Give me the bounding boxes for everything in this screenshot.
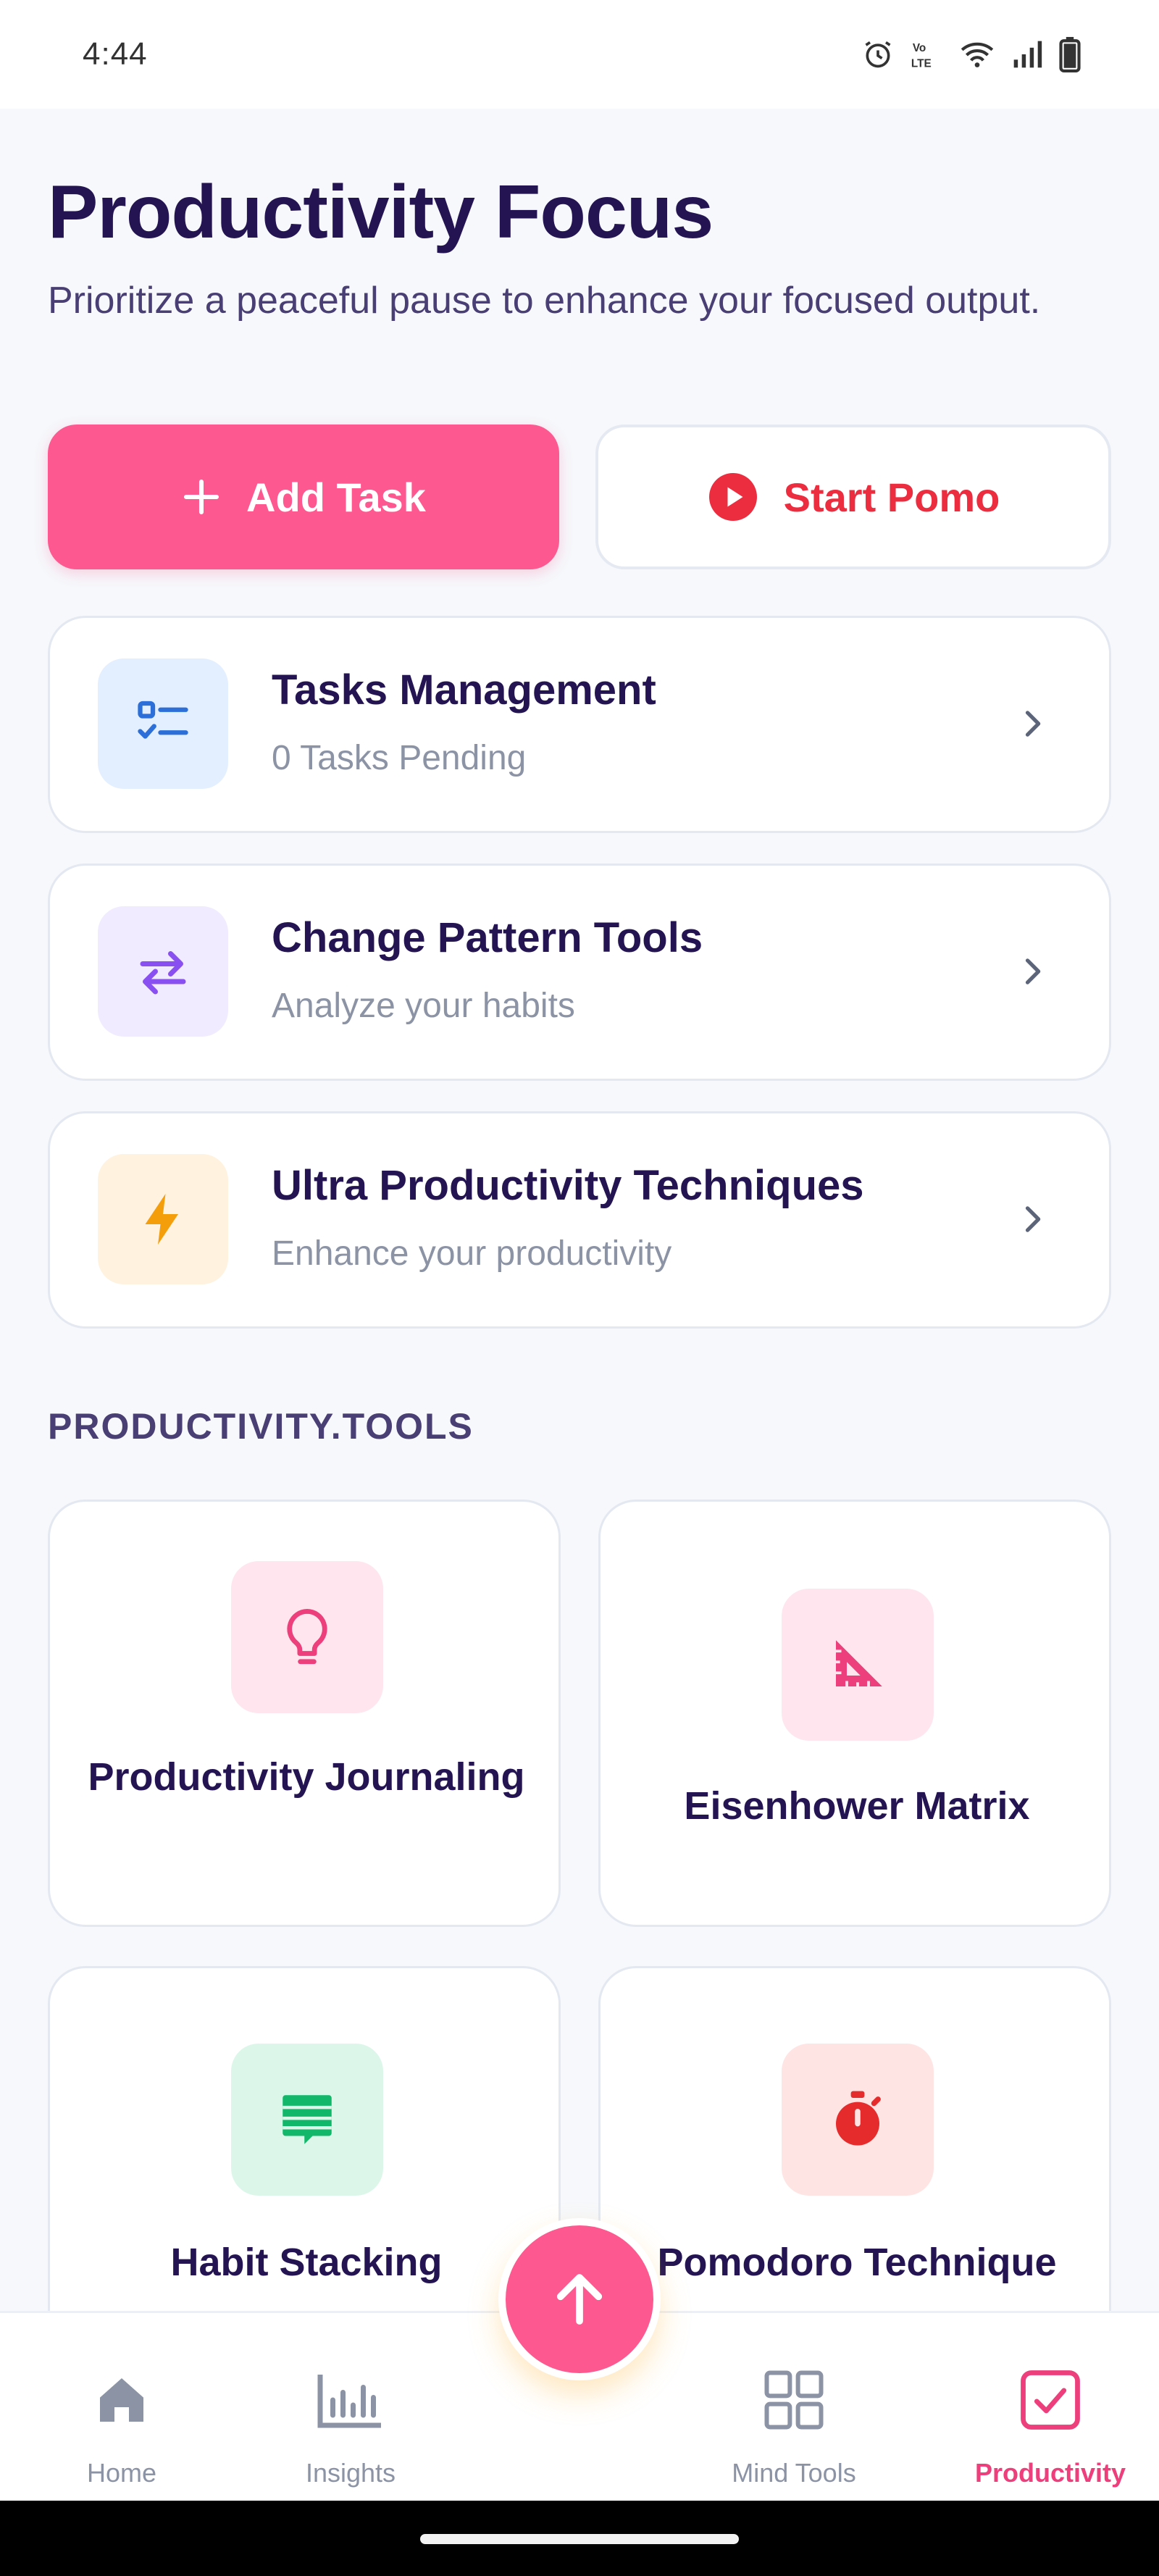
set-square-icon-box: [782, 1589, 934, 1741]
home-gesture-pill[interactable]: [420, 2534, 739, 2544]
card-title: Ultra Productivity Techniques: [272, 1162, 864, 1209]
tool-label: Pomodoro Technique: [657, 2241, 1057, 2284]
page-subtitle: Prioritize a peaceful pause to enhance y…: [48, 280, 1041, 322]
change-pattern-tools-card[interactable]: Change Pattern Tools Analyze your habits: [48, 863, 1111, 1081]
stack-message-icon: [283, 2095, 332, 2144]
add-task-label: Add Task: [246, 474, 426, 520]
add-task-button[interactable]: Add Task: [48, 425, 559, 569]
tab-insights[interactable]: Insights: [235, 2313, 466, 2503]
card-title: Change Pattern Tools: [272, 914, 703, 961]
status-bar: 4:44 Vo LTE: [0, 0, 1159, 109]
card-subtitle: Enhance your productivity: [272, 1234, 672, 1273]
grid-icon: [761, 2364, 827, 2436]
tool-label: Habit Stacking: [170, 2241, 443, 2284]
svg-text:LTE: LTE: [911, 57, 932, 70]
swap-icon-box: [98, 906, 228, 1037]
chevron-right-icon: [1025, 711, 1041, 737]
alarm-icon: [865, 41, 891, 68]
tool-card-eisenhower-matrix[interactable]: Eisenhower Matrix: [598, 1500, 1111, 1927]
tool-label: Eisenhower Matrix: [684, 1784, 1030, 1828]
tab-productivity[interactable]: Productivity: [934, 2313, 1159, 2503]
checklist-icon: [138, 701, 188, 739]
tab-mind-tools[interactable]: Mind Tools: [678, 2313, 910, 2503]
stopwatch-icon-box: [782, 2044, 934, 2196]
system-nav-bar: [0, 2501, 1159, 2576]
card-title: Tasks Management: [272, 666, 656, 714]
home-icon: [93, 2364, 151, 2436]
scroll-top-fab[interactable]: [498, 2218, 661, 2380]
tool-card-productivity-journaling[interactable]: Productivity Journaling: [48, 1500, 561, 1927]
stopwatch-icon: [836, 2091, 881, 2146]
card-subtitle: 0 Tasks Pending: [272, 739, 527, 777]
set-square-icon: [836, 1640, 882, 1686]
tab-label: Insights: [305, 2458, 396, 2488]
arrow-up-icon: [556, 2274, 603, 2325]
volte-icon: Vo LTE: [911, 42, 932, 70]
tab-label: Home: [86, 2458, 157, 2488]
bar-chart-icon: [314, 2364, 387, 2436]
wifi-icon: [961, 42, 994, 67]
battery-icon: [1059, 37, 1081, 72]
start-pomo-button[interactable]: Start Pomo: [595, 425, 1111, 569]
checklist-icon-box: [98, 658, 228, 789]
stack-message-icon-box: [231, 2044, 383, 2196]
chevron-right-icon: [1025, 958, 1041, 984]
tasks-management-card[interactable]: Tasks Management 0 Tasks Pending: [48, 616, 1111, 833]
status-icons: Vo LTE: [862, 36, 1081, 72]
start-pomo-label: Start Pomo: [783, 474, 1000, 520]
tab-label: Mind Tools: [732, 2458, 856, 2488]
checkbox-icon: [1018, 2364, 1083, 2436]
status-time: 4:44: [83, 36, 148, 72]
tool-label: Productivity Journaling: [88, 1755, 525, 1799]
play-circle-icon: [708, 473, 757, 521]
svg-text:Vo: Vo: [913, 42, 926, 54]
lightning-icon: [145, 1194, 178, 1245]
tab-label: Productivity: [974, 2458, 1126, 2488]
lightbulb-icon-box: [231, 1561, 383, 1713]
signal-icon: [1013, 41, 1042, 68]
section-label: PRODUCTIVITY.TOOLS: [48, 1406, 474, 1447]
ultra-productivity-card[interactable]: Ultra Productivity Techniques Enhance yo…: [48, 1111, 1111, 1329]
tab-home[interactable]: Home: [6, 2313, 238, 2503]
lightning-icon-box: [98, 1154, 228, 1284]
card-subtitle: Analyze your habits: [272, 987, 575, 1025]
plus-icon: [184, 479, 219, 515]
chevron-right-icon: [1025, 1206, 1041, 1232]
lightbulb-icon: [287, 1609, 327, 1665]
page-title: Productivity Focus: [48, 170, 714, 254]
swap-arrows-icon: [140, 951, 186, 995]
